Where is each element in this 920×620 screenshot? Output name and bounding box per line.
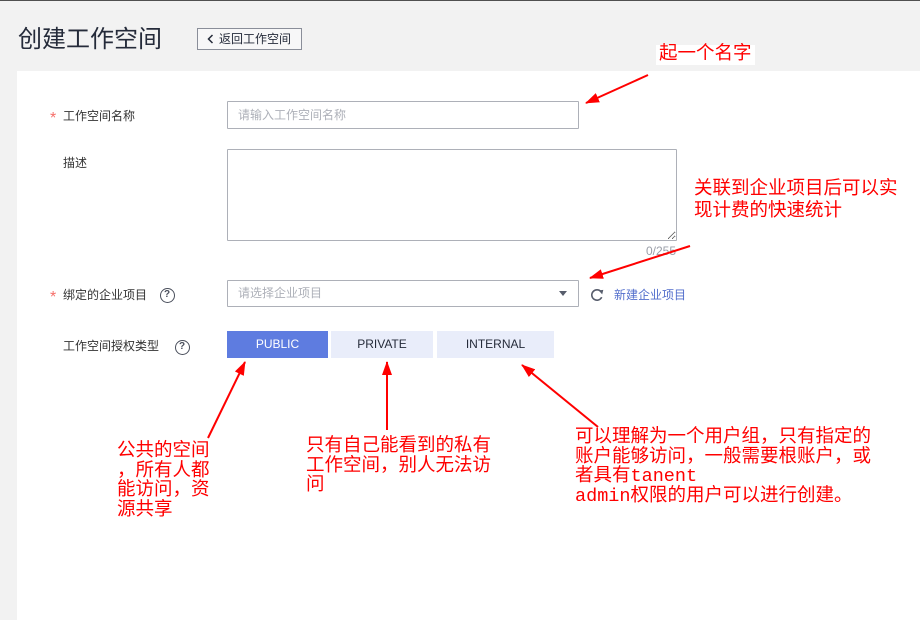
- annotation-internal-hint: 可以理解为一个用户组，只有指定的 账户能够访问，一般需要根账户，或 者具有tan…: [575, 428, 871, 506]
- annotation-name-hint: 起一个名字: [656, 45, 755, 65]
- annotation-line: 源共享: [117, 500, 173, 522]
- annotation-line: 问: [306, 475, 325, 496]
- help-icon[interactable]: ?: [174, 339, 190, 355]
- enterprise-project-select[interactable]: 请选择企业项目: [227, 280, 579, 307]
- annotation-line: 关联到企业项目后可以实: [694, 179, 898, 200]
- annotation-line: 可以理解为一个用户组，只有指定的: [575, 427, 872, 448]
- enterprise-project-placeholder: 请选择企业项目: [238, 286, 323, 300]
- annotation-line: 能访问，资: [117, 480, 210, 502]
- annotation-line: admin权限的用户可以进行创建。: [575, 485, 853, 507]
- create-workspace-form: * 工作空间名称 描述 0/255 * 绑定的企业项目 ? 请选择企业项目 新建…: [17, 71, 920, 620]
- annotation-line: 工作空间，别人无法访: [306, 455, 492, 477]
- description-textarea[interactable]: [227, 149, 677, 241]
- annotation-line: 现计费的快速统计: [694, 201, 843, 222]
- workspace-name-input[interactable]: [227, 101, 579, 129]
- annotation-private-hint: 只有自己能看到的私有 工作空间，别人无法访 问: [306, 437, 491, 496]
- annotation-line: 公共的空间: [117, 441, 210, 462]
- annotation-line: 者具有tanent: [575, 466, 698, 487]
- auth-type-label: 工作空间授权类型: [63, 339, 160, 353]
- create-enterprise-project-link[interactable]: 新建企业项目: [614, 286, 686, 304]
- annotation-line: 只有自己能看到的私有: [306, 436, 492, 457]
- help-icon-glyph: ?: [178, 341, 186, 352]
- page-title: 创建工作空间: [18, 26, 162, 53]
- caret-down-icon: [559, 291, 567, 296]
- chevron-left-icon: [207, 34, 214, 44]
- description-label: 描述: [63, 156, 88, 170]
- workspace-name-label: 工作空间名称: [63, 109, 136, 123]
- required-mark: *: [50, 110, 57, 127]
- top-border: [0, 0, 920, 1]
- back-to-workspaces-button[interactable]: 返回工作空间: [197, 28, 302, 50]
- refresh-icon[interactable]: [590, 288, 604, 302]
- description-char-counter: 0/255: [645, 244, 676, 258]
- annotation-line: ，所有人都: [117, 460, 210, 482]
- create-workspace-page: 创建工作空间 返回工作空间 * 工作空间名称 描述 0/255 * 绑定的企业项…: [0, 0, 920, 620]
- auth-type-option-private[interactable]: PRIVATE: [331, 331, 433, 358]
- auth-type-option-public[interactable]: PUBLIC: [227, 331, 328, 358]
- required-mark: *: [50, 289, 57, 306]
- back-button-label: 返回工作空间: [219, 32, 292, 46]
- auth-type-option-internal[interactable]: INTERNAL: [437, 331, 554, 358]
- annotation-line: 账户能够访问，一般需要根账户，或: [575, 446, 872, 468]
- help-icon[interactable]: ?: [159, 287, 175, 303]
- help-icon-glyph: ?: [163, 289, 171, 300]
- annotation-enterprise-project-hint: 关联到企业项目后可以实 现计费的快速统计: [694, 179, 898, 223]
- enterprise-project-label: 绑定的企业项目: [63, 288, 148, 302]
- annotation-public-hint: 公共的空间 ，所有人都 能访问，资 源共享: [117, 442, 210, 521]
- annotation-line: 起一个名字: [659, 44, 752, 65]
